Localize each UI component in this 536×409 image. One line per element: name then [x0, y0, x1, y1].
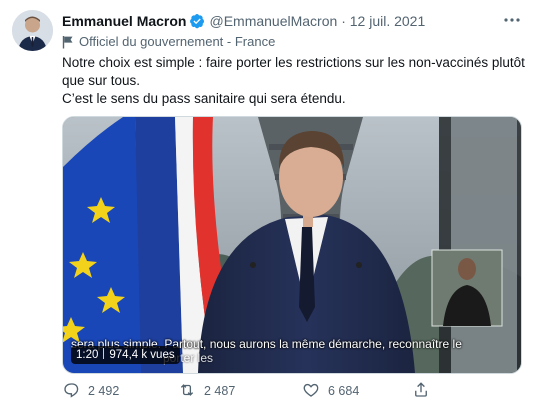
retweet-button[interactable]: 2 487 — [178, 381, 235, 401]
more-icon[interactable] — [502, 10, 522, 30]
video-views: 974,4 k vues — [109, 349, 175, 361]
video-frame — [63, 117, 521, 373]
separator-dot: · — [341, 13, 346, 29]
tweet-actions: 2 492 2 487 6 684 — [62, 381, 522, 401]
tweet-card[interactable]: Emmanuel Macron @EmmanuelMacron · 12 juil… — [0, 0, 536, 409]
tweet-text-line: C’est le sens du pass sanitaire qui sera… — [62, 91, 346, 106]
tweet-header: Emmanuel Macron @EmmanuelMacron · 12 juil… — [62, 11, 524, 31]
verified-badge-icon — [189, 13, 205, 34]
retweet-count: 2 487 — [204, 384, 236, 398]
reply-icon — [64, 383, 79, 398]
video-player[interactable]: sera plus simple. Partout, nous aurons l… — [62, 116, 522, 374]
government-label: Officiel du gouvernement - France — [62, 33, 275, 54]
like-count: 6 684 — [328, 384, 360, 398]
video-stats-badge: 1:20 974,4 k vues — [71, 346, 180, 364]
retweet-icon — [180, 384, 194, 396]
author-handle[interactable]: @EmmanuelMacron — [209, 13, 337, 29]
like-button[interactable]: 6 684 — [302, 381, 359, 401]
government-label-text: Officiel du gouvernement - France — [79, 34, 276, 49]
avatar[interactable] — [12, 10, 53, 51]
share-icon — [415, 382, 427, 397]
reply-button[interactable]: 2 492 — [62, 381, 119, 401]
tweet-text: Notre choix est simple : faire porter le… — [62, 54, 525, 108]
author-name[interactable]: Emmanuel Macron — [62, 13, 186, 29]
reply-count: 2 492 — [88, 384, 120, 398]
share-button[interactable] — [412, 381, 438, 401]
flag-icon — [62, 35, 74, 54]
tweet-text-line: que sur tous. — [62, 73, 141, 88]
like-icon — [303, 383, 319, 397]
badge-divider — [103, 348, 105, 359]
tweet-text-line: Notre choix est simple : faire porter le… — [62, 55, 525, 70]
video-duration: 1:20 — [76, 349, 99, 361]
tweet-date[interactable]: 12 juil. 2021 — [350, 13, 426, 29]
